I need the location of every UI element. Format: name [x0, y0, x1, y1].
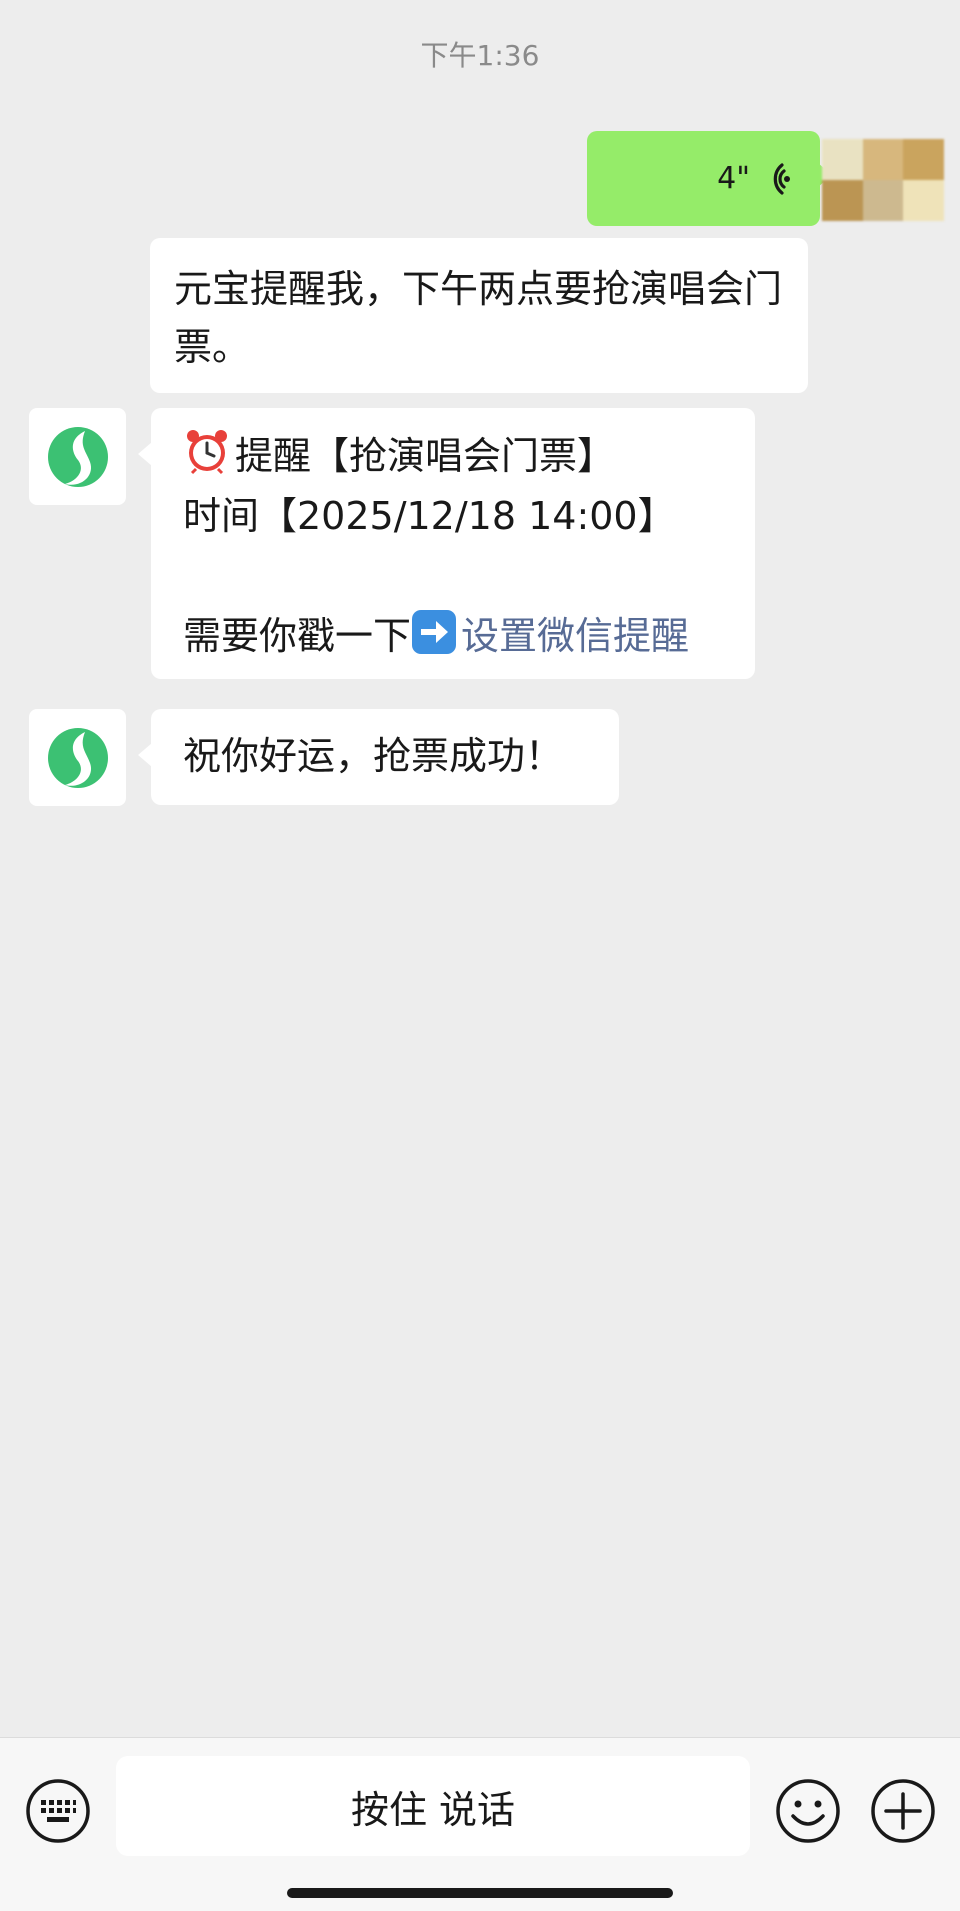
emoji-icon[interactable]	[775, 1778, 841, 1844]
reminder-action-text: 需要你戳一下	[183, 614, 412, 658]
home-indicator	[287, 1888, 673, 1898]
yuanbao-logo-icon	[47, 426, 108, 487]
yuanbao-logo-icon	[47, 727, 108, 788]
reminder-title-line: 提醒【抢演唱会门票】	[183, 426, 723, 486]
bot-avatar[interactable]	[29, 709, 126, 806]
reminder-message-bubble[interactable]: 提醒【抢演唱会门票】 时间【2025/12/18 14:00】 需要你戳一下 设…	[138, 408, 755, 679]
set-wechat-reminder-link[interactable]: 设置微信提醒	[461, 614, 689, 658]
plus-icon[interactable]	[870, 1778, 936, 1844]
user-avatar[interactable]	[822, 139, 944, 221]
bot-avatar[interactable]	[29, 408, 126, 505]
message-timestamp: 下午1:36	[420, 39, 540, 72]
hold-to-talk-button[interactable]: 按住 说话	[116, 1756, 750, 1856]
voice-wave-icon	[773, 162, 790, 195]
voice-duration: 4"	[717, 161, 750, 196]
wish-message-bubble[interactable]: 祝你好运，抢票成功！	[138, 709, 619, 805]
keyboard-icon[interactable]	[25, 1778, 91, 1844]
alarm-clock-icon	[187, 430, 227, 475]
reminder-action-line: 需要你戳一下 设置微信提醒	[183, 606, 723, 666]
right-arrow-icon	[412, 610, 457, 654]
reminder-time: 时间【2025/12/18 14:00】	[183, 494, 676, 538]
voice-transcript-bubble[interactable]: 元宝提醒我，下午两点要抢演唱会门票。	[150, 238, 808, 393]
chat-input-bar: 按住 说话	[0, 1737, 960, 1911]
reminder-title: 提醒【抢演唱会门票】	[235, 434, 616, 478]
voice-message-bubble[interactable]: 4"	[587, 131, 832, 226]
